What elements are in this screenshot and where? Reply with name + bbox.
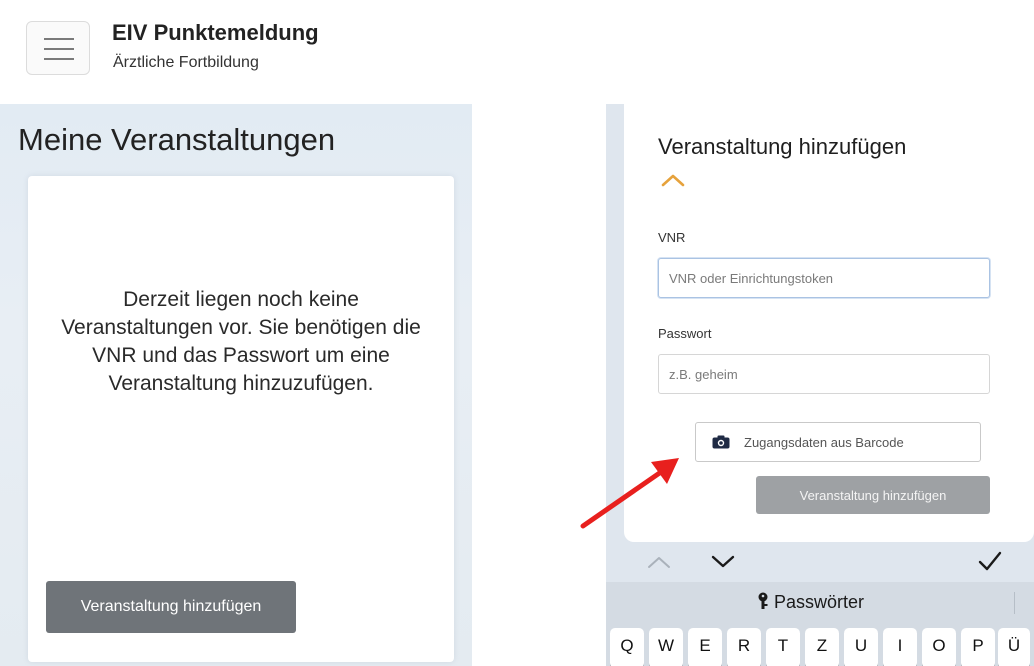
- main-content: Meine Veranstaltungen Derzeit liegen noc…: [0, 104, 472, 666]
- password-input[interactable]: [658, 354, 990, 394]
- key-i[interactable]: I: [883, 628, 917, 666]
- chevron-up-icon[interactable]: [660, 172, 686, 188]
- vnr-label: VNR: [658, 230, 686, 245]
- empty-state-message: Derzeit liegen noch keine Veranstaltunge…: [61, 288, 421, 395]
- app-header: EIV Punktemeldung Ärztliche Fortbildung: [0, 0, 472, 104]
- password-suggestion-bar: Passwörter: [606, 582, 1034, 624]
- key-icon: [758, 592, 768, 609]
- key-z[interactable]: Z: [805, 628, 839, 666]
- key-q[interactable]: Q: [610, 628, 644, 666]
- key-p[interactable]: P: [961, 628, 995, 666]
- hamburger-menu-icon: [44, 38, 74, 40]
- chevron-up-icon[interactable]: [646, 554, 672, 570]
- divider: [1014, 592, 1015, 614]
- add-event-form: Veranstaltung hinzufügen VNR Passwort Zu…: [624, 104, 1034, 542]
- vnr-input[interactable]: [658, 258, 990, 298]
- keyboard-toolbar: [606, 542, 1034, 582]
- form-title: Veranstaltung hinzufügen: [658, 134, 907, 159]
- passwords-suggestion[interactable]: Passwörter: [756, 592, 864, 613]
- right-screen: Veranstaltung hinzufügen VNR Passwort Zu…: [606, 104, 1034, 666]
- left-screen: EIV Punktemeldung Ärztliche Fortbildung …: [0, 0, 472, 666]
- camera-icon: [712, 435, 730, 449]
- key-w[interactable]: W: [649, 628, 683, 666]
- key-r[interactable]: R: [727, 628, 761, 666]
- chevron-down-icon[interactable]: [710, 554, 736, 570]
- app-subtitle: Ärztliche Fortbildung: [113, 54, 259, 71]
- checkmark-icon[interactable]: [978, 550, 1002, 572]
- key-o[interactable]: O: [922, 628, 956, 666]
- red-annotation-arrow: [580, 458, 679, 529]
- page-title: Meine Veranstaltungen: [18, 122, 336, 157]
- keyboard-row: Q W E R T Z U I O P Ü: [606, 624, 1034, 666]
- key-e[interactable]: E: [688, 628, 722, 666]
- barcode-button[interactable]: Zugangsdaten aus Barcode: [695, 422, 981, 462]
- hamburger-menu-button[interactable]: [26, 21, 90, 75]
- barcode-button-label: Zugangsdaten aus Barcode: [744, 435, 904, 450]
- passwords-suggestion-label: Passwörter: [774, 592, 865, 612]
- password-label: Passwort: [658, 326, 712, 341]
- key-ue[interactable]: Ü: [998, 628, 1030, 666]
- events-card: Derzeit liegen noch keine Veranstaltunge…: [28, 176, 454, 662]
- key-t[interactable]: T: [766, 628, 800, 666]
- add-event-button[interactable]: Veranstaltung hinzufügen: [46, 581, 296, 633]
- submit-event-button[interactable]: Veranstaltung hinzufügen: [756, 476, 990, 514]
- app-title: EIV Punktemeldung: [112, 20, 319, 45]
- key-u[interactable]: U: [844, 628, 878, 666]
